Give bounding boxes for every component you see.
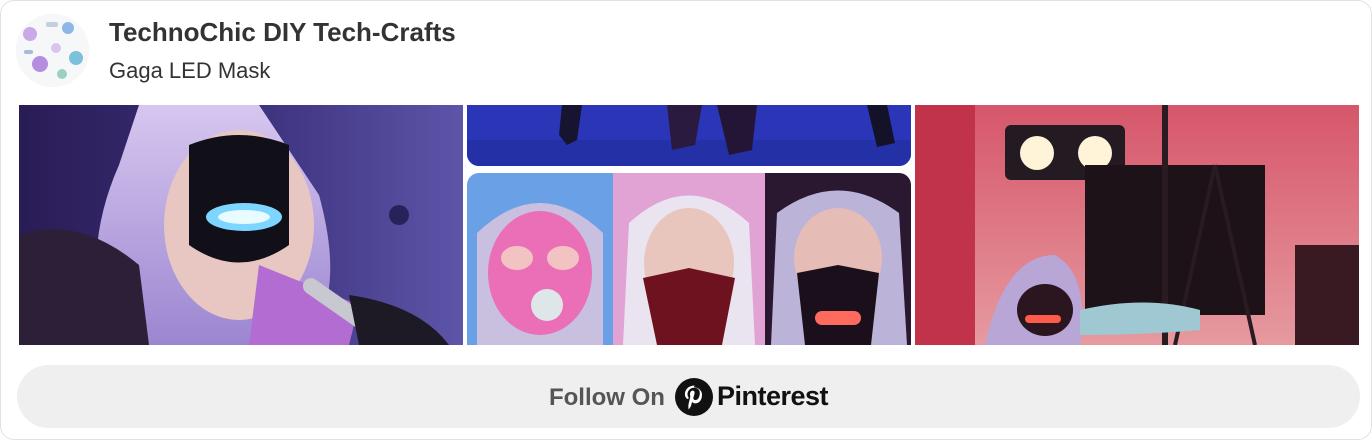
pin-3-image bbox=[467, 173, 911, 345]
pin-image-three-masks[interactable] bbox=[467, 173, 911, 345]
board-avatar[interactable] bbox=[16, 14, 89, 87]
avatar-image bbox=[16, 14, 89, 87]
follow-on-pinterest-button[interactable]: Follow On Pinterest bbox=[17, 365, 1360, 428]
pinterest-brand-label: Pinterest bbox=[716, 381, 829, 411]
pin-image-led-mask-microphone[interactable] bbox=[19, 105, 463, 345]
pinterest-logo-icon bbox=[674, 377, 713, 416]
pin-2-image bbox=[467, 105, 911, 166]
board-subtitle[interactable]: Gaga LED Mask bbox=[109, 58, 270, 84]
pinterest-board-widget: TechnoChic DIY Tech-Crafts Gaga LED Mask bbox=[0, 0, 1372, 440]
pin-4-image bbox=[915, 105, 1359, 345]
pin-image-stage-blue[interactable] bbox=[467, 105, 911, 166]
follow-label: Follow On bbox=[548, 383, 665, 411]
board-title[interactable]: TechnoChic DIY Tech-Crafts bbox=[109, 17, 456, 48]
pin-1-image bbox=[19, 105, 463, 345]
pin-image-red-stage[interactable] bbox=[915, 105, 1359, 345]
